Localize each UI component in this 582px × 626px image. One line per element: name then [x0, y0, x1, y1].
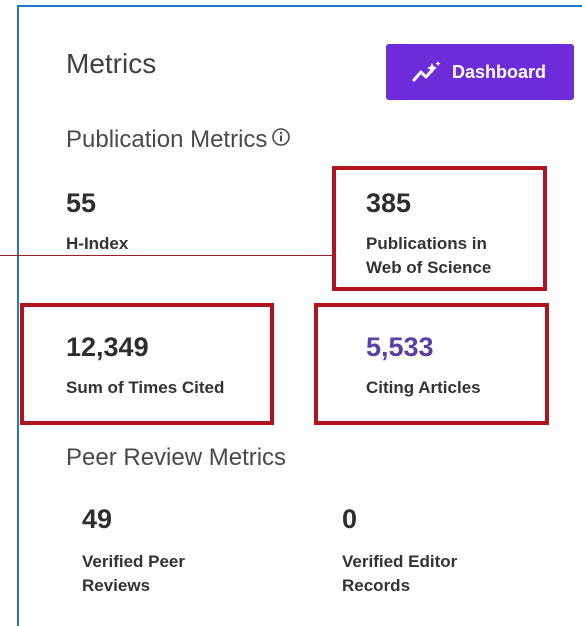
times-cited-label: Sum of Times Cited: [66, 378, 225, 397]
publication-metrics-heading: Publication Metrics: [66, 126, 291, 154]
info-circle-icon[interactable]: [271, 126, 291, 154]
verified-reviews-value: 49: [82, 504, 113, 534]
verified-reviews-label: Verified Peer Reviews: [82, 552, 186, 595]
metrics-title: Metrics: [66, 48, 157, 79]
h-index-label: H-Index: [66, 234, 129, 253]
citing-articles-highlight-box: [314, 303, 549, 425]
publications-value[interactable]: 385: [366, 188, 411, 219]
citing-articles-value[interactable]: 5,533: [366, 332, 434, 363]
editor-records-label: Verified Editor Records: [342, 552, 458, 595]
peer-review-metrics-heading: Peer Review Metrics: [66, 444, 287, 471]
dashboard-button[interactable]: Dashboard: [386, 44, 574, 100]
times-cited-value: 12,349: [66, 332, 149, 362]
trending-sparkle-icon: [412, 60, 442, 84]
publications-label: Publications in Web of Science: [366, 234, 492, 277]
editor-records-value: 0: [342, 504, 358, 534]
citing-articles-label: Citing Articles: [366, 378, 481, 397]
dashboard-button-label: Dashboard: [452, 61, 547, 82]
times-cited-highlight-box: [20, 303, 274, 425]
annotation-pointer-line: [0, 255, 336, 256]
h-index-value: 55: [66, 188, 97, 218]
